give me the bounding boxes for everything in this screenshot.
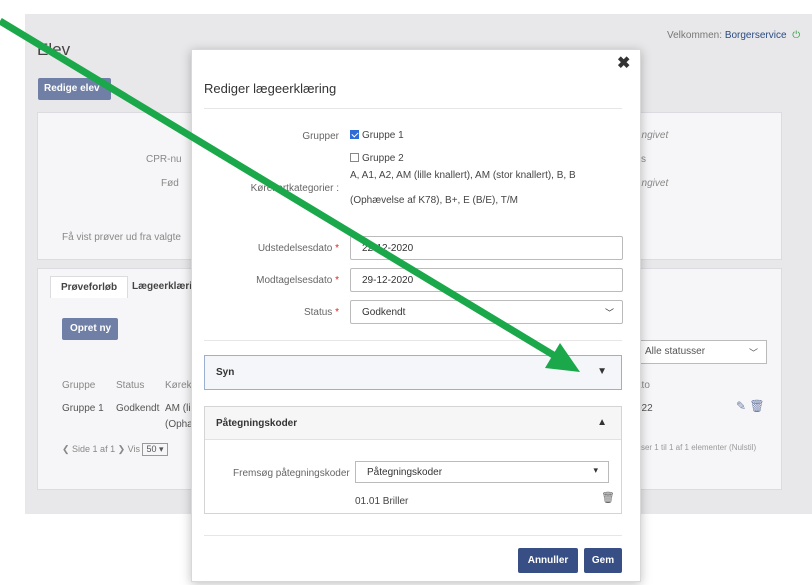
table-header-group: Gruppe — [62, 380, 96, 391]
endorsement-accordion: Påtegningskoder ▲ Fremsøg påtegningskode… — [204, 406, 622, 514]
table-cell-group: Gruppe 1 — [62, 403, 104, 414]
status-label-text: Status — [303, 307, 333, 318]
categories-label: Kørekortkategorier : — [250, 183, 339, 194]
endorsement-search-placeholder: Påtegningskoder — [367, 467, 443, 478]
edit-icon[interactable]: ✎ — [736, 399, 746, 413]
welcome-prefix: Velkommen: — [667, 30, 723, 41]
issued-date-label-text: Udstedelsesdato — [257, 243, 333, 254]
endorsement-header-label: Påtegningskoder — [216, 418, 298, 429]
pager-showing: Viser 1 til 1 af 1 elementer — [634, 443, 727, 452]
page-title: Elev — [37, 40, 71, 59]
table-header-status: Status — [116, 380, 145, 391]
syn-accordion[interactable]: Syn ▼ — [204, 355, 622, 390]
divider — [204, 340, 622, 341]
endorsement-search-label: Fremsøg påtegningskoder — [233, 468, 350, 479]
table-cell-status: Godkendt — [116, 403, 160, 414]
syn-header-label: Syn — [216, 367, 235, 378]
chevron-down-icon[interactable]: ▼ — [597, 366, 607, 377]
save-button[interactable]: Gem — [584, 548, 622, 573]
born-label: Fød — [161, 178, 179, 189]
tests-filter-label: Få vist prøver ud fra valgte — [62, 232, 181, 243]
power-icon[interactable]: ⏻ — [792, 30, 800, 41]
trash-icon[interactable]: 🗑 — [749, 399, 764, 413]
endorsement-accordion-header[interactable]: Påtegningskoder ▲ — [205, 407, 621, 440]
edit-medical-certificate-modal: ✖ Rediger lægeerklæring Grupper Gruppe 1… — [191, 49, 641, 582]
divider — [204, 535, 622, 536]
cancel-button[interactable]: Annuller — [518, 548, 578, 573]
chevron-down-icon: ﹀ — [604, 308, 614, 318]
cpr-label: CPR-nu — [146, 154, 182, 165]
page-size-select[interactable]: 50 ▾ — [142, 443, 168, 456]
received-date-label: Modtagelsesdato * — [256, 275, 339, 286]
required-mark: * — [335, 275, 339, 286]
pager-info: Viser 1 til 1 af 1 elementer (Nulstil) — [634, 443, 756, 452]
issued-date-label: Udstedelsesdato * — [258, 243, 339, 254]
reset-link[interactable]: (Nulstil) — [729, 443, 756, 452]
endorsement-item: 01.01 Briller — [355, 496, 409, 507]
modal-title: Rediger lægeerklæring — [204, 81, 337, 96]
group-1-checkbox[interactable]: Gruppe 1 — [350, 130, 404, 141]
create-new-button[interactable]: Opret ny — [62, 318, 118, 340]
welcome-text: Velkommen: Borgerservice ⏻ — [667, 30, 800, 41]
status-select-value: Godkendt — [362, 307, 406, 318]
table-cell-categories: AM (lil — [165, 403, 193, 414]
issued-date-input[interactable]: 22-12-2020 — [350, 236, 623, 260]
group-1-label: Gruppe 1 — [362, 130, 404, 141]
caret-down-icon: ▾ — [593, 465, 598, 475]
close-icon[interactable]: ✖ — [617, 53, 630, 73]
status-filter-select[interactable]: Alle statusser ﹀ — [630, 340, 767, 364]
received-date-label-text: Modtagelsesdato — [256, 275, 333, 286]
pager-label: ❮ Side 1 af 1 ❯ Vis — [62, 444, 140, 454]
endorsement-search-select[interactable]: Påtegningskoder ▾ — [355, 461, 609, 483]
status-filter-value: Alle statusser — [645, 346, 706, 357]
chevron-down-icon: ﹀ — [748, 348, 758, 358]
required-mark: * — [335, 243, 339, 254]
tab-proeveforloeb[interactable]: Prøveforløb — [50, 276, 129, 298]
divider — [204, 108, 622, 109]
status-label: Status * — [304, 307, 339, 318]
categories-value: A, A1, A2, AM (lille knallert), AM (stor… — [350, 170, 576, 206]
trash-icon[interactable]: 🗑 — [601, 491, 615, 504]
row-actions: ✎ 🗑 — [736, 399, 765, 413]
edit-student-button[interactable]: Redige elev — [38, 78, 111, 100]
checkbox-checked-icon[interactable] — [350, 130, 359, 139]
pager: ❮ Side 1 af 1 ❯ Vis 50 ▾ — [62, 443, 168, 456]
received-date-input[interactable]: 29-12-2020 — [350, 268, 623, 292]
checkbox-unchecked-icon[interactable] — [350, 153, 359, 162]
welcome-user[interactable]: Borgerservice — [725, 30, 787, 41]
syn-accordion-header[interactable]: Syn ▼ — [205, 356, 621, 389]
chevron-up-icon[interactable]: ▲ — [597, 417, 607, 428]
groups-label: Grupper — [302, 131, 339, 142]
required-mark: * — [335, 307, 339, 318]
status-select[interactable]: Godkendt ﹀ — [350, 300, 623, 324]
